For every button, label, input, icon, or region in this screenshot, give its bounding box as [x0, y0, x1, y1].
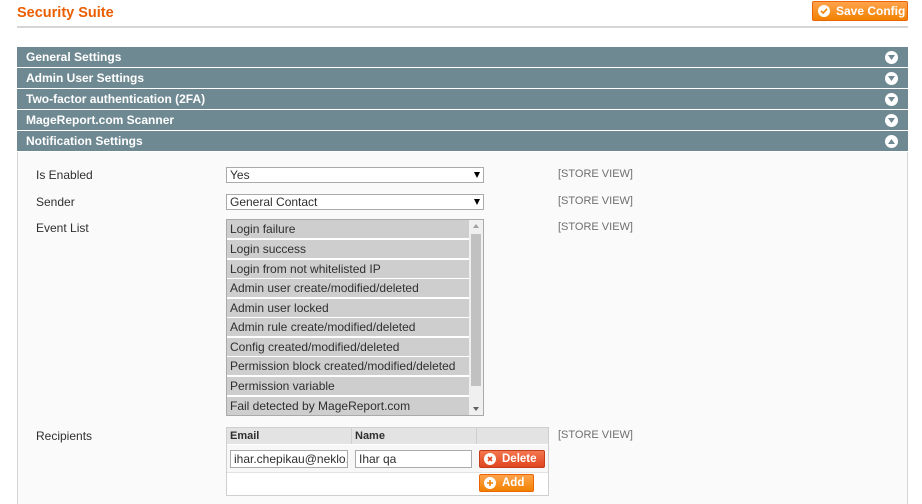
checkmark-icon	[818, 5, 830, 17]
dropdown-arrow-icon	[474, 172, 480, 178]
recipients-scope: [STORE VIEW]	[558, 429, 633, 441]
add-label: Add	[502, 477, 525, 489]
event-option[interactable]: Admin rule create/modified/deleted	[227, 318, 469, 336]
chevron-down-icon	[885, 51, 898, 64]
recipient-email-input[interactable]: ihar.chepikau@neklo.c	[230, 450, 348, 468]
recipient-add-row: Add	[227, 473, 548, 495]
event-list-multiselect[interactable]: Login failure Login success Login from n…	[226, 219, 484, 416]
recipients-label: Recipients	[36, 429, 93, 443]
section-label: General Settings	[26, 50, 122, 64]
event-option[interactable]: Permission variable created/modified/del…	[227, 377, 469, 411]
recipient-name-input[interactable]: Ihar qa	[355, 450, 472, 468]
recipient-row: ihar.chepikau@neklo.c Ihar qa Delete	[227, 445, 548, 473]
event-option[interactable]: Login failure	[227, 220, 469, 238]
add-recipient-button[interactable]: Add	[479, 474, 534, 492]
chevron-down-icon	[885, 93, 898, 106]
dropdown-arrow-icon	[474, 199, 480, 205]
event-list-label: Event List	[36, 221, 89, 235]
event-option[interactable]: Permission block created/modified/delete…	[227, 357, 469, 375]
sender-scope: [STORE VIEW]	[558, 195, 633, 207]
event-list-scrollbar[interactable]	[469, 220, 483, 415]
event-option[interactable]: Fail detected by MageReport.com	[227, 397, 469, 415]
event-option[interactable]: Config created/modified/deleted	[227, 338, 469, 356]
chevron-down-icon	[885, 72, 898, 85]
section-admin-user-settings[interactable]: Admin User Settings	[17, 68, 908, 88]
column-header-name: Name	[352, 428, 477, 444]
event-list-scope: [STORE VIEW]	[558, 221, 633, 233]
section-general-settings[interactable]: General Settings	[17, 47, 908, 67]
section-label: Two-factor authentication (2FA)	[26, 92, 206, 106]
plus-icon	[484, 477, 496, 489]
section-two-factor-auth[interactable]: Two-factor authentication (2FA)	[17, 89, 908, 109]
is-enabled-value: Yes	[230, 168, 250, 182]
recipients-grid: Email Name ihar.chepikau@neklo.c Ihar qa…	[226, 427, 549, 496]
recipients-grid-header: Email Name	[227, 428, 548, 444]
section-label: Admin User Settings	[26, 71, 145, 85]
save-config-label: Save Config	[836, 4, 906, 18]
is-enabled-select[interactable]: Yes	[226, 167, 484, 183]
is-enabled-scope: [STORE VIEW]	[558, 168, 633, 180]
sender-label: Sender	[36, 195, 75, 209]
section-label: MageReport.com Scanner	[26, 113, 175, 127]
sender-select[interactable]: General Contact	[226, 194, 484, 210]
close-icon	[484, 453, 496, 465]
section-label: Notification Settings	[26, 134, 143, 148]
title-divider	[17, 26, 908, 28]
event-option[interactable]: Admin user create/modified/deleted	[227, 279, 469, 297]
chevron-up-icon	[885, 135, 898, 148]
is-enabled-label: Is Enabled	[36, 168, 93, 182]
event-option[interactable]: Login success	[227, 240, 469, 258]
chevron-down-icon	[885, 114, 898, 127]
scrollbar-thumb[interactable]	[471, 234, 481, 386]
delete-label: Delete	[502, 453, 537, 465]
save-config-button[interactable]: Save Config	[812, 1, 908, 21]
page-title: Security Suite	[17, 5, 114, 21]
column-header-email: Email	[227, 428, 352, 444]
sender-value: General Contact	[230, 195, 318, 209]
section-magereport-scanner[interactable]: MageReport.com Scanner	[17, 110, 908, 130]
section-notification-settings[interactable]: Notification Settings	[17, 131, 908, 151]
delete-recipient-button[interactable]: Delete	[479, 450, 545, 468]
event-option[interactable]: Login from not whitelisted IP	[227, 260, 469, 278]
event-option[interactable]: Admin user locked	[227, 299, 469, 317]
scroll-down-icon[interactable]	[473, 407, 479, 411]
scroll-up-icon[interactable]	[473, 224, 479, 228]
